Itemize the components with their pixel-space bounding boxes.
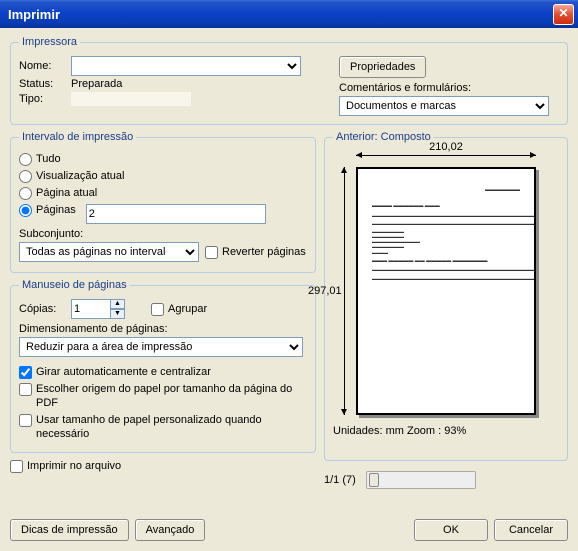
handling-group: Manuseio de páginas Cópias: ▲▼ Agrupar D… [10, 279, 316, 453]
ok-button[interactable]: OK [414, 519, 488, 541]
radio-pages[interactable]: Páginas [19, 203, 307, 224]
copies-spinner[interactable]: ▲▼ [71, 299, 125, 319]
radio-current-view[interactable]: Visualização atual [19, 169, 307, 183]
comments-label: Comentários e formulários: [339, 82, 559, 94]
tips-button[interactable]: Dicas de impressão [10, 519, 129, 541]
printer-group: Impressora Nome: Status: Preparada Tipo: [10, 36, 568, 125]
type-label: Tipo: [19, 93, 65, 105]
custom-size-checkbox[interactable]: Usar tamanho de papel personalizado quan… [19, 413, 307, 441]
range-legend: Intervalo de impressão [19, 131, 136, 143]
scaling-select[interactable]: Reduzir para a área de impressão [19, 337, 303, 357]
width-arrow-icon [356, 155, 536, 156]
subset-label: Subconjunto: [19, 228, 307, 240]
scaling-label: Dimensionamento de páginas: [19, 323, 307, 335]
preview-group: Anterior: Composto 210,02 297,01 ▬▬▬▬▬▬▬… [324, 131, 568, 461]
print-to-file-checkbox[interactable]: Imprimir no arquivo [10, 459, 316, 473]
subset-select[interactable]: Todas as páginas no intervalo [19, 242, 199, 262]
titlebar: Imprimir ✕ [0, 0, 578, 28]
range-group: Intervalo de impressão Tudo Visualização… [10, 131, 316, 273]
printer-legend: Impressora [19, 36, 80, 48]
height-arrow-icon [344, 167, 345, 415]
printer-name-select[interactable] [71, 56, 301, 76]
height-dim: 297,01 [308, 285, 342, 297]
comments-select[interactable]: Documentos e marcas [339, 96, 549, 116]
status-value: Preparada [71, 78, 122, 90]
handling-legend: Manuseio de páginas [19, 279, 130, 291]
name-label: Nome: [19, 60, 65, 72]
properties-button[interactable]: Propriedades [339, 56, 426, 78]
status-label: Status: [19, 78, 65, 90]
slider-thumb-icon[interactable] [369, 473, 379, 487]
page-slider[interactable] [366, 471, 476, 489]
page-indicator: 1/1 (7) [324, 474, 356, 486]
reverse-checkbox[interactable]: Reverter páginas [205, 245, 306, 259]
units-zoom-label: Unidades: mm Zoom : 93% [333, 425, 559, 437]
spin-up-icon[interactable]: ▲ [110, 299, 125, 309]
pages-input[interactable] [86, 204, 266, 224]
window-title: Imprimir [8, 7, 553, 22]
cancel-button[interactable]: Cancelar [494, 519, 568, 541]
width-dim: 210,02 [356, 141, 536, 153]
radio-all[interactable]: Tudo [19, 152, 307, 166]
close-icon[interactable]: ✕ [553, 4, 574, 25]
advanced-button[interactable]: Avançado [135, 519, 206, 541]
auto-rotate-checkbox[interactable]: Girar automaticamente e centralizar [19, 365, 307, 379]
copies-label: Cópias: [19, 303, 65, 315]
radio-current-page[interactable]: Página atual [19, 186, 307, 200]
type-value [71, 92, 191, 106]
page-preview: ▬▬▬▬▬▬▬ ▬▬▬▬ ▬▬▬▬▬▬ ▬▬▬ ▬▬▬▬▬▬▬▬▬▬▬▬▬▬▬▬… [356, 167, 536, 415]
collate-checkbox[interactable]: Agrupar [151, 302, 207, 316]
paper-source-checkbox[interactable]: Escolher origem do papel por tamanho da … [19, 382, 307, 410]
spin-down-icon[interactable]: ▼ [110, 309, 125, 319]
